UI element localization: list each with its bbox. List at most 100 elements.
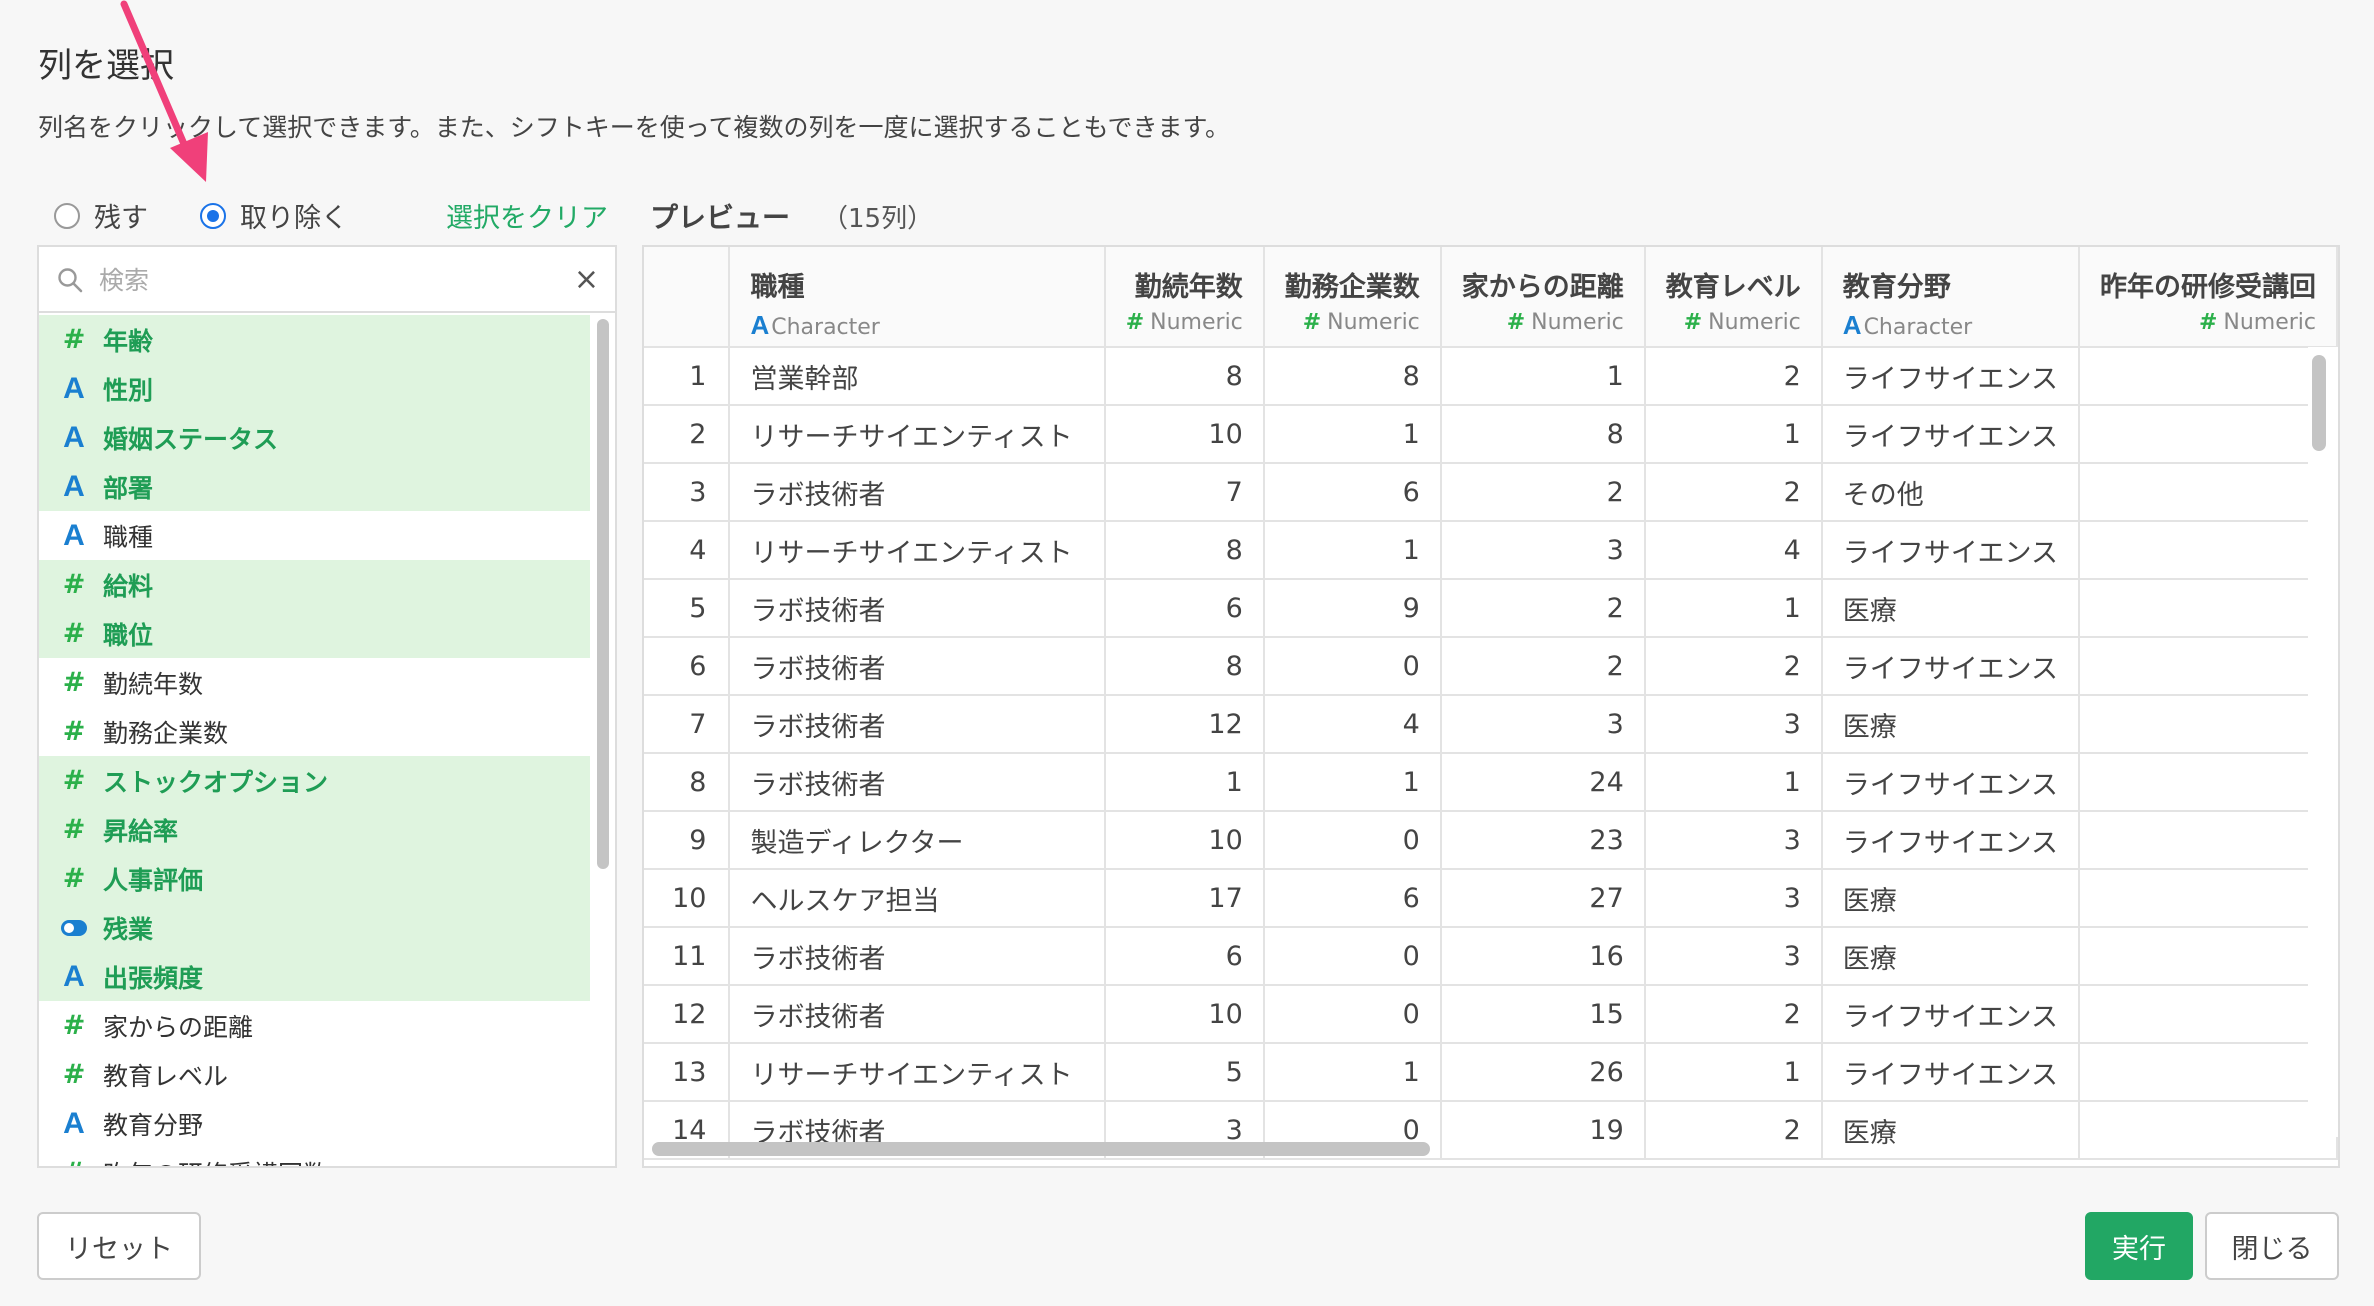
- column-list-item[interactable]: # 人事評価: [39, 854, 590, 903]
- search-input[interactable]: [99, 257, 539, 303]
- table-cell: ライフサイエンス: [1821, 1043, 2080, 1102]
- keep-radio-circle[interactable]: [54, 202, 80, 229]
- column-list-item[interactable]: A 職種: [39, 511, 590, 560]
- close-button[interactable]: 閉じる: [2205, 1212, 2339, 1280]
- table-cell: ラボ技術者: [729, 985, 1106, 1044]
- table-cell: 1: [1263, 405, 1442, 464]
- table-cell: 3: [1644, 869, 1823, 928]
- column-list-item[interactable]: A 婚姻ステータス: [39, 413, 590, 462]
- character-type-icon: A: [63, 959, 85, 993]
- row-index-cell: 2: [644, 405, 731, 464]
- column-list-item[interactable]: # 勤続年数: [39, 658, 590, 707]
- column-list-item[interactable]: A 教育分野: [39, 1099, 590, 1148]
- table-cell: 1: [1263, 1043, 1442, 1102]
- column-header[interactable]: 家からの距離 # Numeric: [1440, 247, 1646, 348]
- column-header-name: 勤務企業数: [1284, 272, 1420, 303]
- table-cell: ヘルスケア担当: [729, 869, 1106, 928]
- remove-radio[interactable]: 取り除く: [200, 196, 348, 235]
- table-cell: 3: [1644, 811, 1823, 870]
- column-header-type-label: Character: [1863, 315, 1973, 340]
- numeric-type-icon: #: [62, 569, 86, 600]
- table-cell: 医療: [1821, 869, 2080, 928]
- annotation-arrow-icon: [120, 0, 208, 182]
- numeric-type-icon: #: [62, 765, 86, 796]
- reset-button[interactable]: リセット: [37, 1212, 201, 1280]
- character-type-icon: A: [63, 1106, 85, 1140]
- column-list-item[interactable]: 残業: [39, 903, 590, 952]
- numeric-type-icon: #: [1302, 310, 1322, 335]
- run-button[interactable]: 実行: [2085, 1212, 2193, 1280]
- column-list-item[interactable]: # 昨年の研修受講回数: [39, 1148, 590, 1166]
- table-row: 7 ラボ技術者 12 4 3 3 医療: [644, 695, 2338, 754]
- row-index-cell: 11: [644, 927, 731, 986]
- table-cell: 12: [1104, 695, 1265, 754]
- table-cell: [2078, 637, 2338, 696]
- column-list-item[interactable]: A 出張頻度: [39, 952, 590, 1001]
- column-name: 婚姻ステータス: [103, 424, 279, 454]
- table-cell: ライフサイエンス: [1821, 521, 2080, 580]
- column-header[interactable]: 職種 ACharacter: [729, 247, 1106, 348]
- table-cell: 医療: [1821, 579, 2080, 638]
- table-cell: ラボ技術者: [729, 463, 1106, 522]
- column-list-item[interactable]: # 給料: [39, 560, 590, 609]
- table-cell: 0: [1263, 985, 1442, 1044]
- column-list-item[interactable]: # 昇給率: [39, 805, 590, 854]
- table-vertical-scrollbar[interactable]: [2312, 355, 2326, 451]
- column-header-type-label: Numeric: [2223, 310, 2316, 335]
- table-vertical-track: [2308, 347, 2338, 1137]
- column-list-item[interactable]: # 家からの距離: [39, 1001, 590, 1050]
- table-cell: [2078, 1043, 2338, 1102]
- column-list-item[interactable]: # 勤務企業数: [39, 707, 590, 756]
- column-header-name: 家からの距離: [1461, 272, 1624, 303]
- column-list-item[interactable]: # ストックオプション: [39, 756, 590, 805]
- table-cell: リサーチサイエンティスト: [729, 1043, 1106, 1102]
- table-cell: 2: [1440, 463, 1646, 522]
- column-header[interactable]: 昨年の研修受講回 # Numeric: [2078, 247, 2338, 348]
- column-header-type: # Numeric: [1666, 310, 1801, 335]
- row-index-cell: 4: [644, 521, 731, 580]
- table-row: 9 製造ディレクター 10 0 23 3 ライフサイエンス: [644, 811, 2338, 870]
- table-cell: 10: [1104, 811, 1265, 870]
- table-cell: 1: [1644, 579, 1823, 638]
- column-name: 給料: [103, 571, 154, 601]
- column-header[interactable]: 勤続年数 # Numeric: [1104, 247, 1265, 348]
- table-row: 4 リサーチサイエンティスト 8 1 3 4 ライフサイエンス: [644, 521, 2338, 580]
- table-cell: その他: [1821, 463, 2080, 522]
- table-cell: 6: [1104, 927, 1265, 986]
- close-icon[interactable]: ×: [574, 265, 599, 295]
- column-list-item[interactable]: # 年齢: [39, 315, 590, 364]
- column-header-type-label: Numeric: [1708, 310, 1801, 335]
- toggle-icon: [61, 919, 87, 936]
- table-cell: 0: [1263, 927, 1442, 986]
- column-list-item[interactable]: A 部署: [39, 462, 590, 511]
- table-cell: ラボ技術者: [729, 695, 1106, 754]
- table-cell: 医療: [1821, 927, 2080, 986]
- clear-selection-link[interactable]: 選択をクリア: [446, 196, 608, 235]
- column-header[interactable]: 教育分野 ACharacter: [1821, 247, 2080, 348]
- row-index-cell: 12: [644, 985, 731, 1044]
- keep-radio[interactable]: 残す: [54, 196, 148, 235]
- column-header[interactable]: 教育レベル # Numeric: [1644, 247, 1823, 348]
- table-horizontal-scrollbar[interactable]: [652, 1142, 1430, 1156]
- column-list-scrollbar[interactable]: [597, 319, 609, 869]
- column-header-name: 勤続年数: [1134, 272, 1243, 303]
- table-cell: 8: [1104, 521, 1265, 580]
- preview-title: プレビュー: [650, 201, 791, 234]
- table-cell: リサーチサイエンティスト: [729, 405, 1106, 464]
- numeric-type-icon: #: [1506, 310, 1526, 335]
- table-cell: ライフサイエンス: [1821, 405, 2080, 464]
- table-cell: [2078, 811, 2338, 870]
- table-cell: 19: [1440, 1101, 1646, 1160]
- table-cell: 6: [1263, 869, 1442, 928]
- remove-radio-circle[interactable]: [200, 202, 226, 229]
- column-header-name: 教育レベル: [1665, 272, 1801, 303]
- numeric-type-icon: #: [62, 1010, 86, 1041]
- column-list-item[interactable]: A 性別: [39, 364, 590, 413]
- column-header[interactable]: 勤務企業数 # Numeric: [1263, 247, 1442, 348]
- table-cell: 8: [1104, 347, 1265, 406]
- column-list-item[interactable]: # 職位: [39, 609, 590, 658]
- table-cell: ラボ技術者: [729, 579, 1106, 638]
- table-cell: 8: [1440, 405, 1646, 464]
- table-header-row: 職種 ACharacter 勤続年数 # Numeric 勤務企業数 # Numeric 家から…: [644, 247, 2338, 348]
- column-list-item[interactable]: # 教育レベル: [39, 1050, 590, 1099]
